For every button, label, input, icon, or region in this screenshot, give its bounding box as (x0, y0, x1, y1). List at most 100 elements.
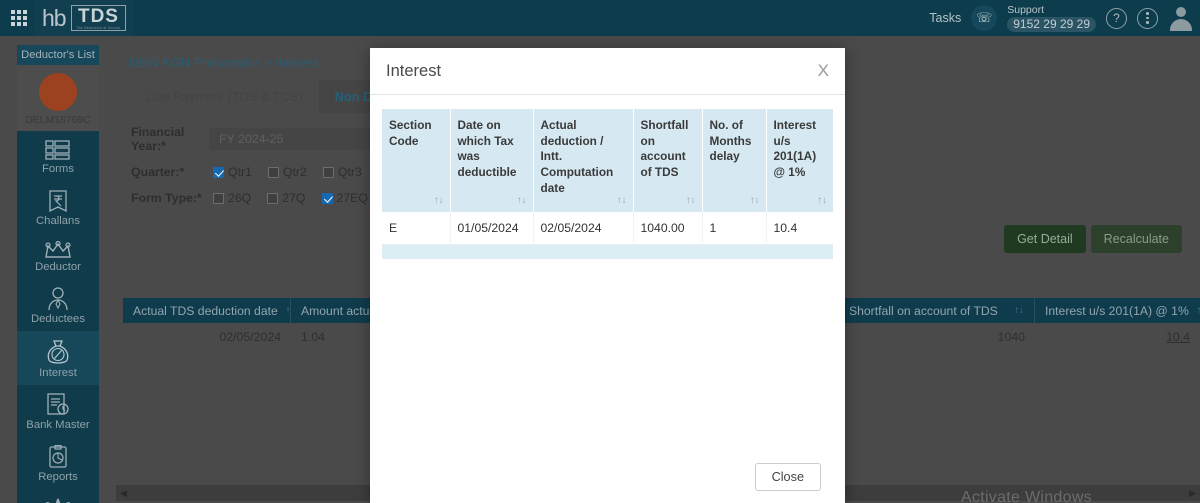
sort-updown-icon[interactable]: ↑↓ (517, 195, 527, 208)
column-label: Actual deduction / Intt. Computation dat… (540, 118, 614, 195)
column-label: Actual TDS deduction date (133, 303, 278, 318)
column-label: Interest u/s 201(1A) @ 1% (1045, 303, 1189, 318)
support-block: Support 9152 29 29 29 (1007, 4, 1096, 33)
app-logo[interactable]: hb TDS Tax Deduction at Source (34, 0, 135, 36)
tab-late-payment[interactable]: Late Payment (TDS & TCS) (129, 80, 319, 113)
checkbox-qtr3[interactable]: Qtr3 (322, 165, 362, 179)
grid-apps-icon[interactable] (4, 10, 34, 26)
checkbox-box-icon (213, 192, 224, 204)
sort-updown-icon[interactable]: ↑↓ (818, 195, 828, 208)
cell-months-delay: 1 (702, 212, 767, 246)
sidebar-item-label: Forms (41, 163, 74, 175)
sidebar-deductor-card[interactable]: DELM18769C (17, 65, 99, 131)
results-col-actual-tds-deduction-date[interactable]: Actual TDS deduction date ↑↓ (123, 298, 291, 323)
user-avatar-icon[interactable] (1168, 5, 1194, 31)
cell-interest-201-1a: 10.4 (766, 212, 833, 246)
support-label: Support (1007, 3, 1045, 16)
interest-table-header-row: Section Code ↑↓ Date on which Tax was de… (382, 109, 833, 213)
column-label: Shortfall on account of TDS (640, 118, 689, 180)
scroll-left-arrow-icon[interactable]: ◀ (120, 488, 127, 499)
checkbox-box-icon (213, 166, 224, 178)
table-row[interactable]: E 01/05/2024 02/05/2024 1040.00 1 10.4 (382, 212, 833, 246)
phone-icon[interactable]: ☏ (971, 5, 998, 31)
financial-year-label: Financial Year:* (131, 125, 185, 153)
col-shortfall-tds[interactable]: Shortfall on account of TDS ↑↓ (633, 109, 703, 213)
modal-header: Interest X (370, 48, 845, 95)
form-type-label: Form Type:* (131, 191, 202, 205)
sidebar-item-label: Interest (39, 367, 77, 379)
recalculate-button[interactable]: Recalculate (1090, 225, 1182, 253)
kebab-menu-icon (1146, 12, 1149, 24)
forms-icon (45, 140, 70, 160)
checkbox-26q[interactable]: 26Q (213, 191, 251, 205)
checkbox-qtr1[interactable]: Qtr1 (213, 165, 252, 179)
col-interest-201-1a[interactable]: Interest u/s 201(1A) @ 1% ↑↓ (766, 109, 833, 213)
logo-tds-box: TDS Tax Deduction at Source (70, 4, 127, 32)
sidebar-item-label: Deductees (30, 313, 85, 325)
quarter-label: Quarter:* (131, 165, 185, 179)
sidebar-item-label: Reports (38, 471, 78, 483)
close-icon[interactable]: X (818, 61, 829, 81)
logo-hb-text: hb (42, 4, 67, 31)
question-circle-icon[interactable]: ? (1106, 7, 1127, 29)
sidebar-item-challans[interactable]: Challans (17, 181, 99, 233)
header-right-cluster: Tasks ☏ Support 9152 29 29 29 ? (929, 0, 1200, 36)
person-tie-icon (48, 287, 68, 311)
table-footer-strip (382, 244, 833, 259)
checkbox-27eq[interactable]: 27EQ (321, 191, 368, 205)
sort-updown-icon[interactable]: ↑↓ (434, 195, 444, 208)
scroll-right-arrow-icon[interactable]: ▶ (1189, 488, 1196, 499)
interest-detail-table: Section Code ↑↓ Date on which Tax was de… (382, 109, 833, 259)
traces-lotus-icon (46, 498, 70, 503)
col-actual-deduction-date[interactable]: Actual deduction / Intt. Computation dat… (533, 109, 634, 213)
cell-actual-tds-deduction-date: 02/05/2024 (219, 330, 281, 344)
sidebar-item-reports[interactable]: Reports (17, 437, 99, 489)
sidebar-item-forms[interactable]: Forms (17, 131, 99, 181)
app-root: hb TDS Tax Deduction at Source Tasks ☏ S… (0, 0, 1200, 503)
cell-date-deductible: 01/05/2024 (450, 212, 534, 246)
tasks-link[interactable]: Tasks (929, 11, 961, 25)
support-number[interactable]: 9152 29 29 29 (1007, 16, 1096, 33)
crown-icon (45, 241, 71, 258)
checkbox-label: Qtr2 (282, 165, 307, 179)
sidebar-item-traces-links[interactable]: TRACES Links (17, 489, 99, 503)
sidebar-item-bank-master[interactable]: Bank Master (17, 385, 99, 437)
interest-table-body: E 01/05/2024 02/05/2024 1040.00 1 10.4 (382, 212, 833, 259)
checkbox-27q[interactable]: 27Q (267, 191, 306, 205)
top-header: hb TDS Tax Deduction at Source Tasks ☏ S… (0, 0, 1200, 36)
sort-updown-icon[interactable]: ↑↓ (686, 195, 696, 208)
sidebar-title: Deductor's List (17, 45, 99, 65)
checkbox-label: 27Q (282, 191, 306, 205)
checkbox-box-icon (321, 192, 333, 204)
interest-table-head: Section Code ↑↓ Date on which Tax was de… (382, 109, 833, 213)
logo-tagline: Tax Deduction at Source (76, 25, 121, 30)
modal-footer: Close (370, 451, 845, 503)
get-detail-button[interactable]: Get Detail (1004, 225, 1086, 253)
sidebar-item-deductor[interactable]: Deductor (17, 233, 99, 279)
col-section-code[interactable]: Section Code ↑↓ (382, 109, 451, 213)
checkbox-label: Qtr3 (337, 165, 362, 179)
sort-updown-icon[interactable]: ↑↓ (617, 195, 627, 208)
close-button[interactable]: Close (754, 463, 821, 491)
cell-shortfall-tds: 1040.00 (633, 212, 703, 246)
modal-body: Section Code ↑↓ Date on which Tax was de… (370, 95, 845, 451)
col-months-delay[interactable]: No. of Months delay ↑↓ (702, 109, 767, 213)
checkbox-qtr2[interactable]: Qtr2 (267, 165, 307, 179)
sidebar-item-interest[interactable]: Interest (17, 331, 99, 385)
money-bag-percent-icon (47, 340, 69, 364)
sort-updown-icon[interactable]: ↑↓ (750, 195, 760, 208)
sort-updown-icon[interactable]: ↑↓ (278, 305, 290, 316)
sort-updown-icon[interactable]: ↑↓ (1007, 305, 1025, 316)
column-label: Shortfall on account of TDS (849, 303, 998, 318)
sidebar-item-deductees[interactable]: Deductees (17, 279, 99, 331)
results-col-interest[interactable]: Interest u/s 201(1A) @ 1% ↑↓ (1035, 298, 1200, 323)
financial-year-input[interactable] (209, 128, 381, 150)
info-circle-icon[interactable] (1137, 7, 1158, 29)
report-clipboard-icon (49, 445, 67, 468)
cell-interest[interactable]: 10.4 (1035, 323, 1200, 351)
col-date-deductible[interactable]: Date on which Tax was deductible ↑↓ (450, 109, 534, 213)
results-col-shortfall[interactable]: Shortfall on account of TDS ↑↓ (839, 298, 1035, 323)
deductor-avatar (39, 73, 77, 111)
sidebar-item-label: Deductor (35, 261, 81, 273)
sort-updown-icon[interactable]: ↑↓ (1189, 305, 1200, 316)
